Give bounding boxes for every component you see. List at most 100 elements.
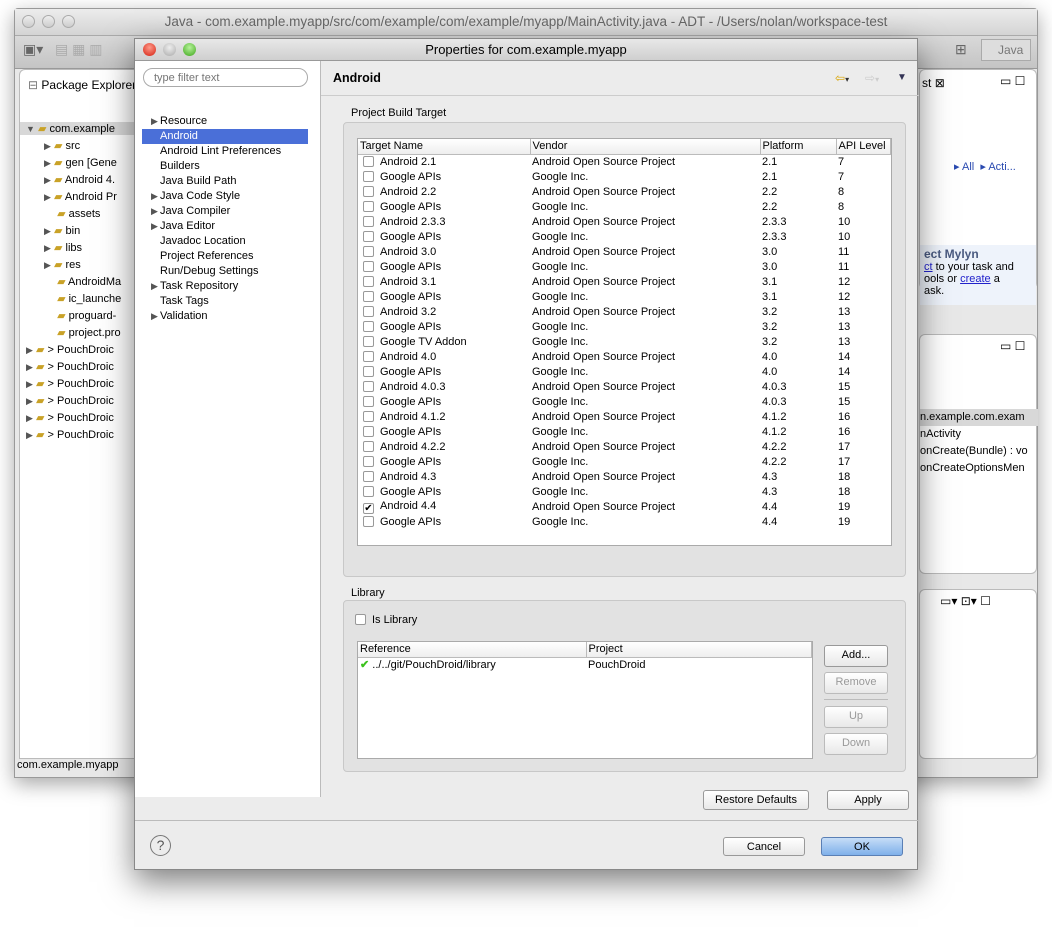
nav-item[interactable]: Javadoc Location <box>142 234 308 249</box>
up-button[interactable]: Up <box>824 706 888 728</box>
forward-icon[interactable]: ⇨▾ <box>865 71 879 85</box>
nav-item[interactable]: Project References <box>142 249 308 264</box>
collapsed-arrow-icon[interactable]: ▶ <box>26 413 33 423</box>
tree-item[interactable]: ▶ ▰ > PouchDroic <box>26 394 114 407</box>
nav-item[interactable]: Run/Debug Settings <box>142 264 308 279</box>
collapsed-arrow-icon[interactable]: ▶ <box>26 345 33 355</box>
target-checkbox[interactable] <box>363 200 374 212</box>
target-row[interactable]: Android 3.2 Android Open Source Project 3.… <box>358 304 891 319</box>
open-perspective-icon[interactable]: ⊞ <box>955 41 967 58</box>
task-list-tab[interactable]: st <box>922 76 931 90</box>
tree-item[interactable]: ▰ proguard- <box>44 309 116 322</box>
target-row[interactable]: Android 4.2.2 Android Open Source Project… <box>358 439 891 454</box>
connect-link[interactable]: ct <box>924 261 933 273</box>
target-checkbox[interactable] <box>363 365 374 377</box>
minimize-button[interactable] <box>42 15 55 28</box>
remove-button[interactable]: Remove <box>824 672 888 694</box>
collapsed-arrow-icon[interactable]: ▶ <box>44 141 51 151</box>
target-row[interactable]: Google APIs Google Inc. 3.1 12 <box>358 289 891 304</box>
target-row[interactable]: Android 4.0.3 Android Open Source Project… <box>358 379 891 394</box>
target-checkbox[interactable] <box>363 485 374 497</box>
target-row[interactable]: Google APIs Google Inc. 4.4 19 <box>358 514 891 529</box>
tree-item[interactable]: ▰ assets <box>44 207 100 220</box>
outline-item[interactable]: nActivity <box>920 426 1038 443</box>
collapsed-arrow-icon[interactable]: ▶ <box>44 175 51 185</box>
target-checkbox[interactable] <box>363 290 374 302</box>
target-row[interactable]: Google APIs Google Inc. 4.3 18 <box>358 484 891 499</box>
minimize-maximize-icon[interactable]: ▭ ☐ <box>1000 74 1025 88</box>
new-icon[interactable]: ▣▾ <box>23 41 43 58</box>
nav-item[interactable]: ▶ Java Editor <box>142 219 308 234</box>
tree-item[interactable]: ▶ ▰ gen [Gene <box>44 156 117 169</box>
nav-item[interactable]: ▶ Java Code Style <box>142 189 308 204</box>
outline-item[interactable]: onCreateOptionsMen <box>920 460 1038 477</box>
target-checkbox[interactable] <box>363 320 374 332</box>
collapsed-arrow-icon[interactable]: ▶ <box>44 260 51 270</box>
column-header[interactable]: API Level <box>836 139 891 155</box>
collapsed-arrow-icon[interactable]: ▶ <box>44 226 51 236</box>
nav-item[interactable]: ▶ Task Repository <box>142 279 308 294</box>
target-row[interactable]: Android 2.3.3 Android Open Source Project… <box>358 214 891 229</box>
nav-item[interactable]: Android Lint Preferences <box>142 144 308 159</box>
target-row[interactable]: Google APIs Google Inc. 2.2 8 <box>358 199 891 214</box>
nav-item[interactable]: Java Build Path <box>142 174 308 189</box>
expand-arrow-icon[interactable]: ▶ <box>151 114 158 129</box>
nav-item[interactable]: ▶ Resource <box>142 114 308 129</box>
target-row[interactable]: Google APIs Google Inc. 2.3.3 10 <box>358 229 891 244</box>
nav-item[interactable]: Android <box>142 129 308 144</box>
target-row[interactable]: Google APIs Google Inc. 4.2.2 17 <box>358 454 891 469</box>
collapsed-arrow-icon[interactable]: ▶ <box>26 362 33 372</box>
tree-item[interactable]: ▶ ▰ > PouchDroic <box>26 360 114 373</box>
expanded-arrow-icon[interactable]: ▼ <box>26 124 35 134</box>
target-row[interactable]: Google APIs Google Inc. 2.1 7 <box>358 169 891 184</box>
outline-item[interactable]: onCreate(Bundle) : vo <box>920 443 1038 460</box>
restore-defaults-button[interactable]: Restore Defaults <box>703 790 809 810</box>
filter-input[interactable] <box>143 68 308 87</box>
target-checkbox[interactable] <box>363 470 374 482</box>
help-icon[interactable]: ? <box>150 835 171 856</box>
target-row[interactable]: Google APIs Google Inc. 4.0 14 <box>358 364 891 379</box>
tree-item[interactable]: ▼ ▰ com.example <box>20 122 140 135</box>
target-row[interactable]: ✔ Android 4.4 Android Open Source Project 4… <box>358 499 891 514</box>
target-checkbox[interactable] <box>363 440 374 452</box>
target-checkbox[interactable] <box>363 350 374 362</box>
target-row[interactable]: Android 3.1 Android Open Source Project 3.… <box>358 274 891 289</box>
target-checkbox[interactable] <box>363 260 374 272</box>
tree-item[interactable]: ▶ ▰ Android Pr <box>44 190 117 203</box>
outline-item[interactable]: n.example.com.exam <box>920 409 1038 426</box>
target-checkbox[interactable] <box>363 410 374 422</box>
target-checkbox[interactable] <box>363 215 374 227</box>
minimize-maximize-icon[interactable]: ▭ ☐ <box>1000 339 1025 353</box>
target-checkbox[interactable] <box>363 305 374 317</box>
ok-button[interactable]: OK <box>821 837 903 856</box>
expand-arrow-icon[interactable]: ▶ <box>151 204 158 219</box>
target-row[interactable]: Android 4.0 Android Open Source Project 4.… <box>358 349 891 364</box>
close-icon[interactable]: ⊠ <box>935 76 945 90</box>
collapsed-arrow-icon[interactable]: ▶ <box>44 192 51 202</box>
close-button[interactable] <box>143 43 156 56</box>
expand-arrow-icon[interactable]: ▶ <box>151 189 158 204</box>
target-checkbox[interactable] <box>363 155 374 167</box>
save-icon[interactable]: ▤ ▦ ▥ <box>55 41 102 58</box>
cancel-button[interactable]: Cancel <box>723 837 805 856</box>
view-menu-icon[interactable]: ▼ <box>897 72 907 83</box>
tree-item[interactable]: ▰ ic_launche <box>44 292 121 305</box>
target-row[interactable]: Google APIs Google Inc. 4.1.2 16 <box>358 424 891 439</box>
zoom-button[interactable] <box>62 15 75 28</box>
nav-item[interactable]: ▶ Java Compiler <box>142 204 308 219</box>
tree-item[interactable]: ▶ ▰ > PouchDroic <box>26 428 114 441</box>
target-row[interactable]: Google APIs Google Inc. 4.0.3 15 <box>358 394 891 409</box>
target-row[interactable]: Google TV Addon Google Inc. 3.2 13 <box>358 334 891 349</box>
java-perspective-button[interactable]: Java <box>981 39 1031 61</box>
column-header[interactable]: Vendor <box>530 139 761 155</box>
target-checkbox[interactable] <box>363 170 374 182</box>
nav-item[interactable]: Task Tags <box>142 294 308 309</box>
target-row[interactable]: Android 2.2 Android Open Source Project 2.… <box>358 184 891 199</box>
close-button[interactable] <box>22 15 35 28</box>
target-row[interactable]: Android 4.3 Android Open Source Project 4.… <box>358 469 891 484</box>
target-checkbox[interactable] <box>363 185 374 197</box>
target-row[interactable]: Android 4.1.2 Android Open Source Project… <box>358 409 891 424</box>
target-checkbox[interactable] <box>363 395 374 407</box>
target-checkbox[interactable] <box>363 335 374 347</box>
expand-arrow-icon[interactable]: ▶ <box>151 279 158 294</box>
